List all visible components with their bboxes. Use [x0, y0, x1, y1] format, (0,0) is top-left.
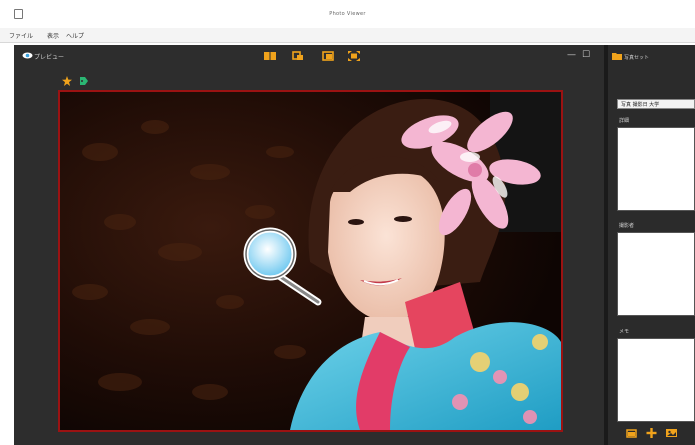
photos-icon[interactable]: [666, 428, 677, 438]
maximize-button[interactable]: ☐: [582, 50, 590, 60]
menu-view[interactable]: 表示: [47, 31, 59, 40]
menu-bar: ファイル 表示 ヘルプ: [0, 28, 695, 43]
photo-set-title: 写真セット: [624, 55, 650, 61]
notes-box[interactable]: [617, 338, 695, 422]
eye-icon: [22, 52, 33, 59]
photographer-label: 撮影者: [619, 223, 635, 229]
details-label: 詳細: [619, 118, 630, 124]
notes-label: メモ: [619, 329, 630, 335]
menu-file[interactable]: ファイル: [9, 31, 33, 40]
plus-icon[interactable]: [646, 428, 657, 438]
folder-open-icon[interactable]: [626, 428, 637, 438]
rotate-left-icon[interactable]: [292, 51, 304, 61]
window-title: Photo Viewer: [329, 11, 366, 17]
rotate-right-icon[interactable]: [322, 51, 334, 61]
tag-icon[interactable]: [79, 76, 89, 86]
photo-set-panel: 写真セット 写真 撮影日 大学 詳細 撮影者 メモ: [608, 45, 695, 445]
preview-panel: プレビュー — ☐: [14, 45, 604, 445]
preview-title: プレビュー: [34, 54, 65, 61]
details-box[interactable]: [617, 127, 695, 211]
star-icon[interactable]: [62, 76, 72, 86]
photo-set-field[interactable]: 写真 撮影日 大学: [617, 99, 695, 109]
portrait-photo: [60, 92, 561, 430]
photographer-box[interactable]: [617, 232, 695, 316]
fullscreen-icon[interactable]: [348, 51, 360, 61]
app-body: プレビュー — ☐ 写真セット 写真 撮影日 大学 詳細 撮影者 メモ: [14, 45, 695, 445]
minimize-button[interactable]: —: [567, 50, 576, 60]
menu-help[interactable]: ヘルプ: [66, 31, 84, 40]
book-icon[interactable]: [264, 51, 276, 61]
title-bar: Photo Viewer: [0, 0, 695, 28]
photo-preview[interactable]: [58, 90, 563, 432]
folder-icon: [612, 53, 622, 60]
